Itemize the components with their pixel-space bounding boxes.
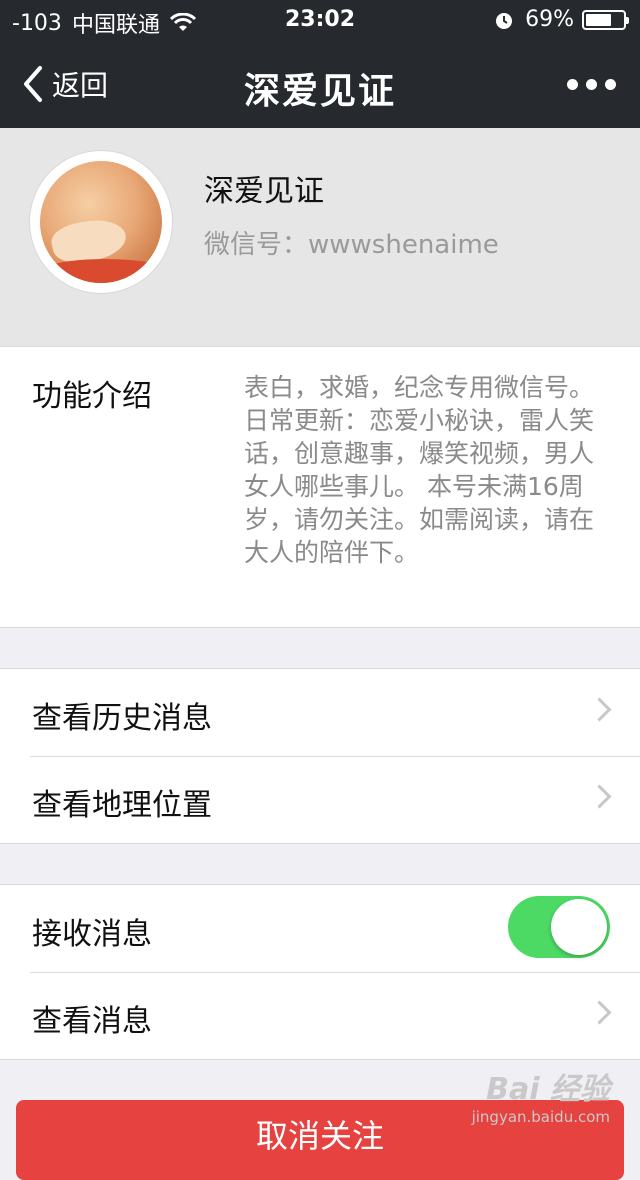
alarm-icon — [496, 12, 513, 29]
status-right: 69% — [493, 7, 629, 32]
battery-icon — [582, 9, 629, 30]
receive-messages-item: 接收消息 — [0, 885, 640, 972]
view-messages-label: 查看消息 — [32, 1004, 152, 1039]
more-options-button[interactable] — [559, 70, 616, 98]
battery-percent: 69% — [525, 7, 574, 32]
chevron-right-icon — [587, 784, 612, 809]
more-dots-icon — [559, 78, 616, 90]
avatar[interactable] — [30, 151, 172, 293]
message-group: 查看历史消息 查看地理位置 — [0, 668, 640, 844]
chevron-right-icon — [587, 697, 612, 722]
watermark-brand: Bai 经验 — [486, 1072, 610, 1107]
navigation-bar: 返回 深爱见证 — [0, 40, 640, 128]
view-messages-item[interactable]: 查看消息 — [0, 972, 640, 1059]
intro-text: 表白，求婚，纪念专用微信号。 日常更新：恋爱小秘诀，雷人笑话，创意趣事，爆笑视频… — [244, 373, 595, 567]
receive-messages-toggle[interactable] — [508, 896, 610, 958]
intro-section: 功能介绍 表白，求婚，纪念专用微信号。 日常更新：恋爱小秘诀，雷人笑话，创意趣事… — [0, 346, 640, 628]
history-messages-item[interactable]: 查看历史消息 — [0, 669, 640, 756]
status-bar: -103 中国联通 23:02 69% — [0, 0, 640, 40]
settings-group: 接收消息 查看消息 — [0, 884, 640, 1060]
history-messages-label: 查看历史消息 — [32, 701, 212, 736]
location-label: 查看地理位置 — [32, 788, 212, 823]
watermark-url: jingyan.baidu.com — [471, 1108, 610, 1126]
avatar-image — [40, 161, 162, 283]
receive-messages-label: 接收消息 — [32, 917, 152, 952]
wechat-id: 微信号：wwwshenaime — [204, 230, 499, 260]
page-title: 深爱见证 — [243, 71, 396, 112]
toggle-knob — [551, 899, 607, 955]
profile-header: 深爱见证 微信号：wwwshenaime — [0, 128, 640, 346]
chevron-right-icon — [587, 1000, 612, 1025]
watermark: Bai 经验 jingyan.baidu.com — [472, 1064, 610, 1126]
intro-label: 功能介绍 — [32, 379, 152, 414]
battery-fill — [586, 13, 611, 26]
account-name: 深爱见证 — [204, 174, 324, 209]
location-item[interactable]: 查看地理位置 — [0, 756, 640, 843]
